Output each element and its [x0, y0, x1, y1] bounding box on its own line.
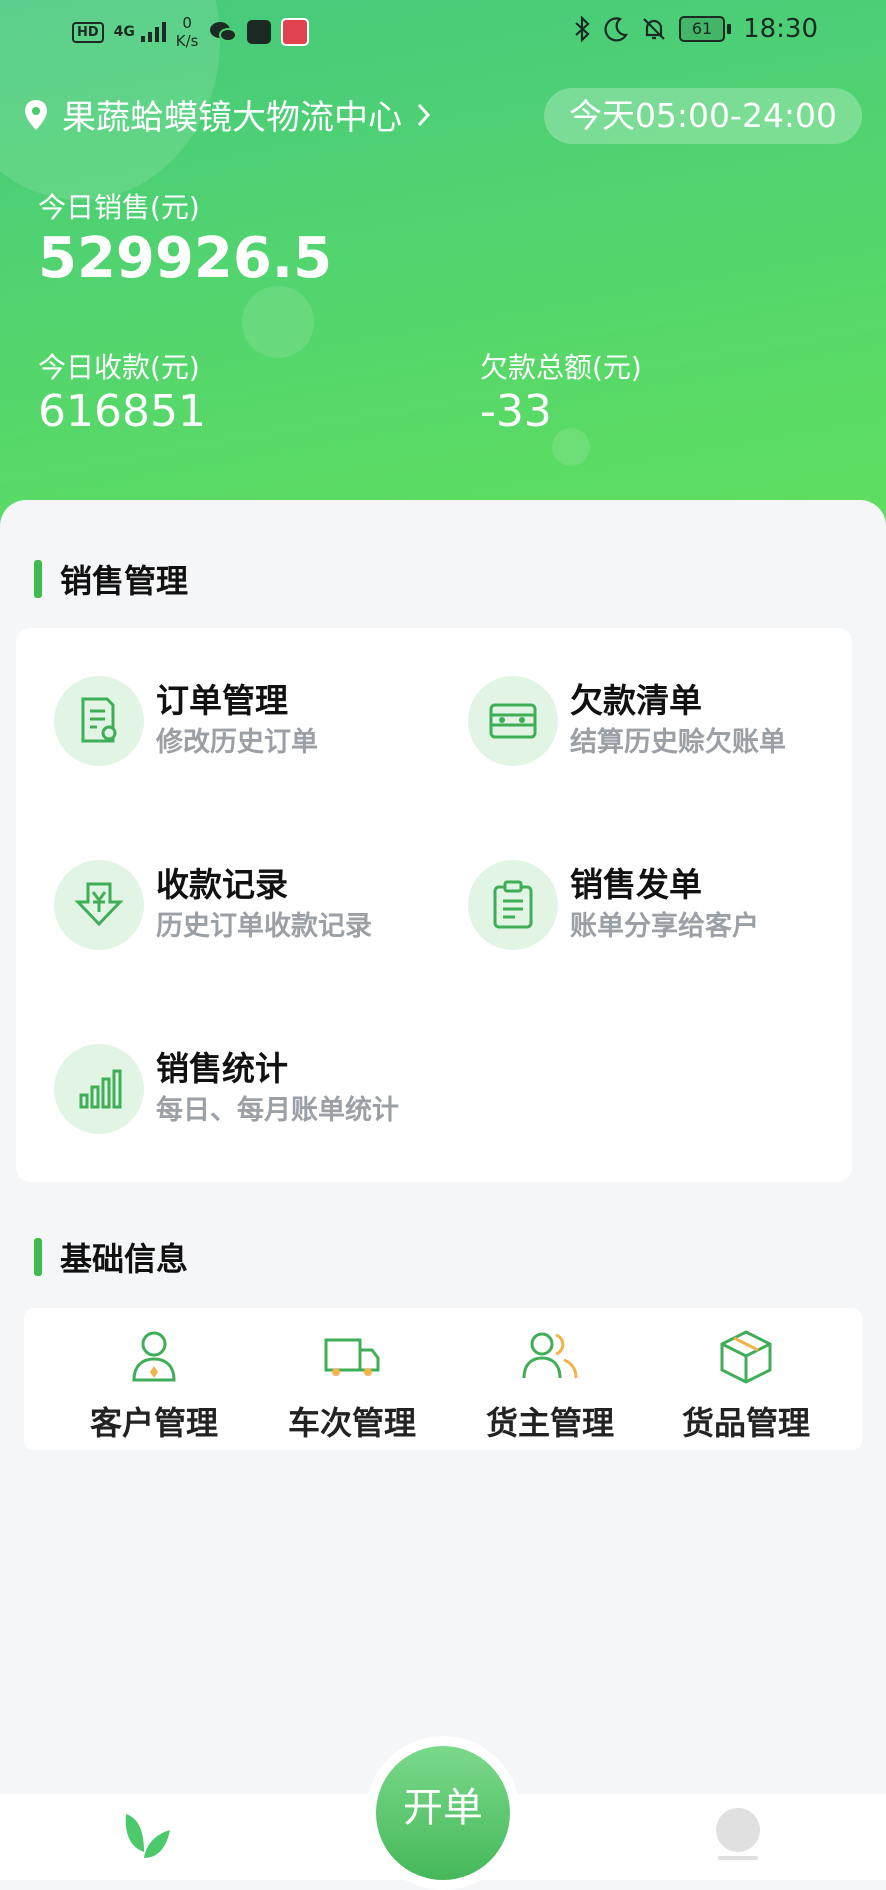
menu-title: 订单管理 [156, 681, 288, 720]
today-sales-label: 今日销售(元) [38, 191, 200, 224]
location-selector[interactable]: 果蔬蛤蟆镜大物流中心 [24, 90, 446, 139]
battery-level: 61 [679, 16, 726, 42]
today-sales-value: 529926.5 [38, 226, 333, 291]
menu-subtitle: 历史订单收款记录 [156, 911, 372, 942]
huawei-app-icon [246, 20, 271, 44]
sales-section-title-text: 销售管理 [60, 562, 189, 600]
basic-item-label: 货品管理 [681, 1404, 810, 1442]
clock: 18:30 [743, 14, 818, 44]
basic-goods-management[interactable]: 货品管理 [656, 1328, 836, 1444]
business-hours-badge[interactable]: 今天05:00-24:00 [544, 88, 862, 144]
menu-sales-invoice[interactable]: 销售发单 账单分享给客户 [468, 860, 759, 950]
menu-subtitle: 每日、每月账单统计 [156, 1095, 399, 1126]
menu-subtitle: 结算历史赊欠账单 [570, 727, 786, 758]
menu-sales-statistics[interactable]: 销售统计 每日、每月账单统计 [54, 1044, 399, 1134]
header-banner: HD 4G 0 K/s 61 18:30 果蔬蛤蟆镜大物流中心 今天05:00-… [0, 0, 886, 540]
yuan-download-icon [54, 860, 144, 950]
menu-title: 收款记录 [156, 865, 288, 904]
leaf-home-icon [125, 1814, 170, 1858]
moon-icon [604, 17, 629, 42]
profile-icon [716, 1808, 760, 1860]
menu-subtitle: 账单分享给客户 [570, 911, 759, 942]
clipboard-icon [468, 860, 558, 950]
net-speed-value: 0 [182, 14, 192, 32]
order-settings-icon [54, 676, 144, 766]
basic-section-title-text: 基础信息 [60, 1240, 189, 1278]
menu-payment-records[interactable]: 收款记录 历史订单收款记录 [54, 860, 372, 950]
basic-item-label: 车次管理 [287, 1404, 416, 1442]
menu-subtitle: 修改历史订单 [156, 727, 318, 758]
basic-item-label: 客户管理 [89, 1404, 218, 1442]
customer-icon [132, 1331, 176, 1382]
decor-bubble [552, 428, 590, 466]
section-accent-bar [34, 1238, 42, 1276]
battery-indicator: 61 [679, 16, 732, 42]
tab-home[interactable] [118, 1808, 174, 1868]
create-order-button[interactable]: 开单 [376, 1746, 510, 1880]
package-icon [720, 1330, 772, 1384]
wechat-icon [209, 22, 237, 42]
decor-bubble [242, 286, 314, 358]
basic-customer-management[interactable]: 客户管理 [64, 1328, 244, 1444]
menu-title: 销售统计 [156, 1049, 288, 1088]
status-bar: HD 4G 0 K/s 61 18:30 [0, 0, 886, 66]
debt-card-icon [468, 676, 558, 766]
menu-order-management[interactable]: 订单管理 修改历史订单 [54, 676, 318, 766]
book-app-icon [280, 18, 309, 46]
signal-icon [140, 22, 166, 42]
chevron-right-icon [417, 103, 431, 126]
network-type: 4G [113, 24, 135, 40]
location-name: 果蔬蛤蟆镜大物流中心 [62, 98, 402, 138]
today-received-value: 616851 [38, 386, 206, 437]
menu-title: 欠款清单 [570, 681, 702, 720]
net-speed-unit: K/s [175, 32, 199, 50]
basic-section-title: 基础信息 [34, 1234, 188, 1280]
bar-chart-icon [54, 1044, 144, 1134]
basic-owner-management[interactable]: 货主管理 [460, 1328, 640, 1444]
network-indicator: 4G [114, 21, 166, 43]
sales-section-title: 销售管理 [34, 556, 188, 602]
bluetooth-icon [575, 16, 590, 42]
section-accent-bar [34, 560, 42, 598]
owners-icon [522, 1332, 578, 1379]
net-speed: 0 K/s [176, 14, 199, 50]
truck-icon [324, 1338, 380, 1376]
menu-title: 销售发单 [570, 865, 702, 904]
basic-trip-management[interactable]: 车次管理 [262, 1328, 442, 1444]
location-pin-icon [25, 99, 47, 130]
tab-profile[interactable] [712, 1808, 764, 1868]
mute-bell-icon [643, 18, 665, 40]
menu-debt-list[interactable]: 欠款清单 结算历史赊欠账单 [468, 676, 786, 766]
basic-item-label: 货主管理 [485, 1404, 614, 1442]
hd-indicator: HD [72, 21, 104, 43]
today-received-label: 今日收款(元) [38, 351, 200, 384]
total-debt-label: 欠款总额(元) [480, 351, 642, 384]
total-debt-value: -33 [480, 386, 552, 437]
